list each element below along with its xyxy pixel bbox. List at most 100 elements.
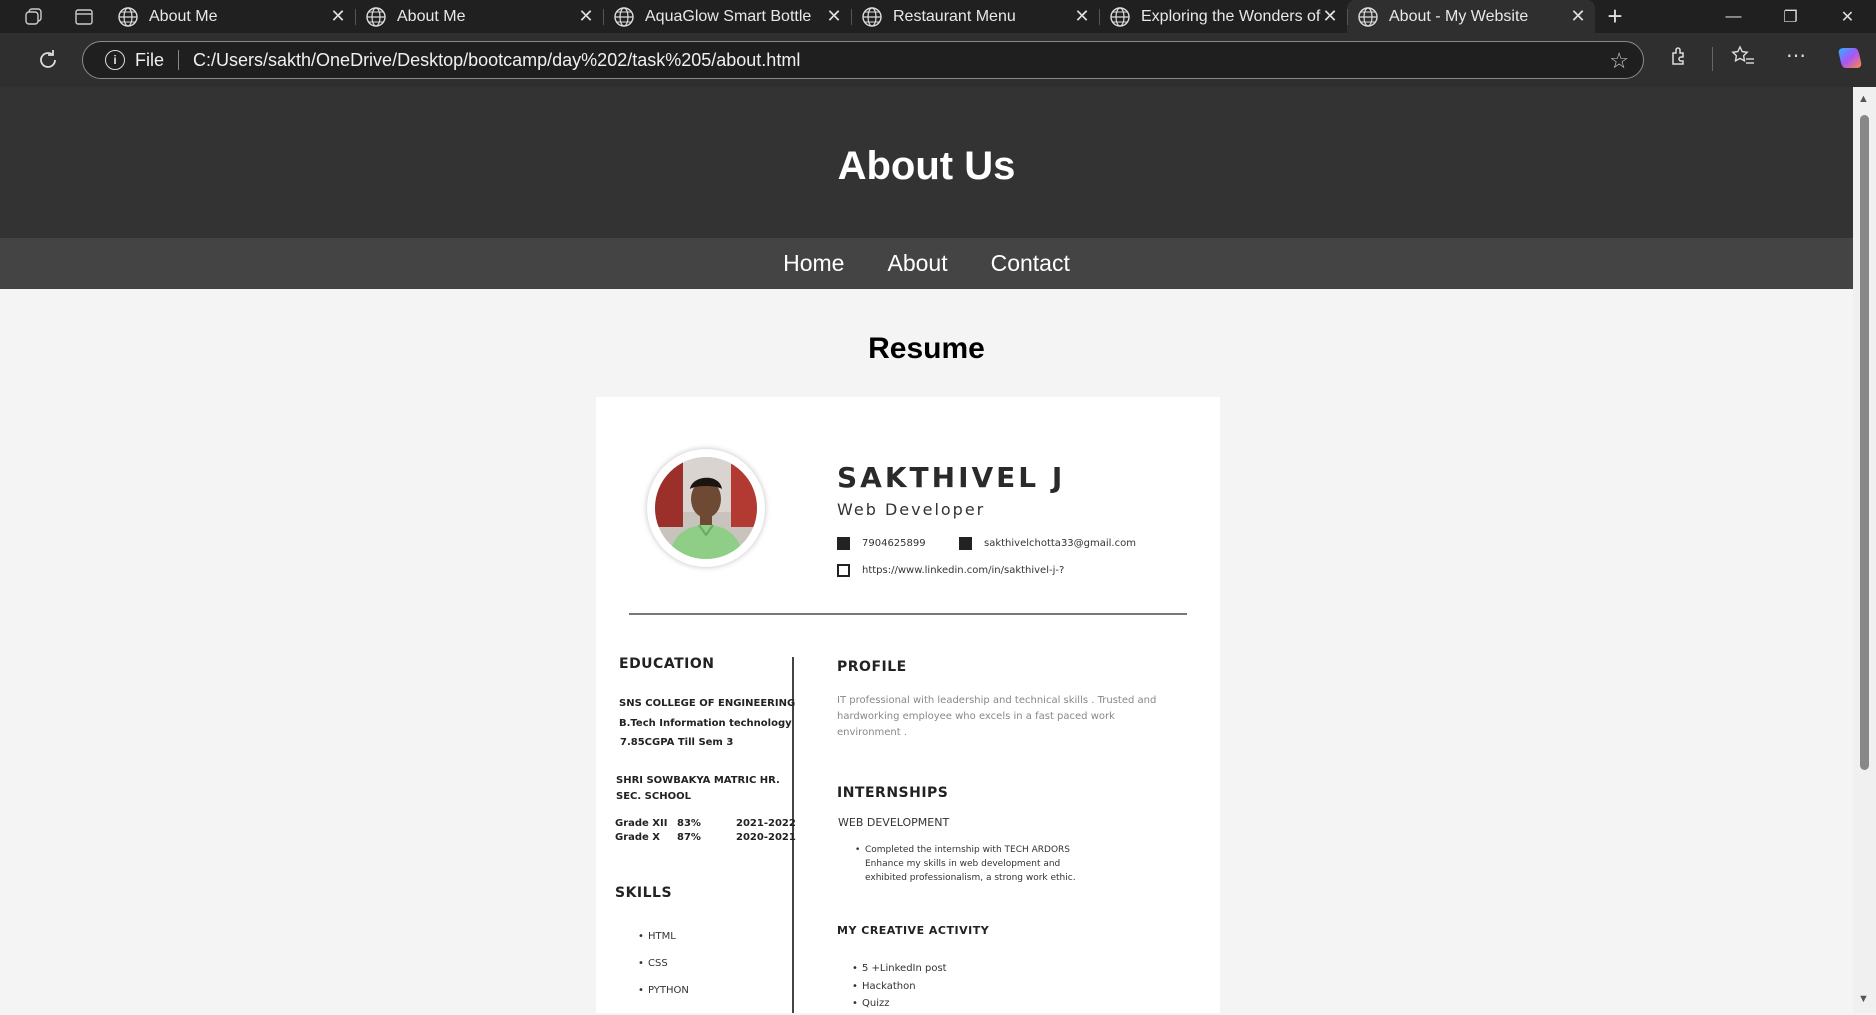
scroll-down-icon[interactable]: ▼ — [1858, 993, 1869, 1005]
new-tab-button[interactable]: + — [1595, 0, 1635, 33]
list-item: JAVA — [638, 1004, 689, 1013]
grade-label: Grade X — [615, 832, 661, 843]
internship-list: Completed the internship with TECH ARDOR… — [855, 843, 1105, 885]
nav-home-link[interactable]: Home — [783, 250, 844, 277]
skills-title: SKILLS — [615, 885, 673, 901]
grades-table: Grade XII 83% 2021-2022 Grade X 87% 2020… — [615, 818, 796, 846]
grade-years: 2020-2021 — [736, 832, 796, 843]
globe-icon — [1110, 6, 1130, 27]
browser-tab[interactable]: About Me ✕ — [355, 0, 603, 33]
internships-title: INTERNSHIPS — [837, 785, 949, 801]
email-text: sakthivelchotta33@gmail.com — [984, 538, 1136, 549]
nav-contact-link[interactable]: Contact — [991, 250, 1070, 277]
close-tab-icon[interactable]: ✕ — [1569, 6, 1587, 26]
nav-about-link[interactable]: About — [887, 250, 947, 277]
grade-years: 2021-2022 — [736, 818, 796, 829]
internship-subtitle: WEB DEVELOPMENT — [838, 816, 950, 829]
info-icon[interactable]: i — [105, 50, 125, 70]
linkedin-contact: https://www.linkedin.com/in/sakthivel-j-… — [837, 564, 1064, 577]
resume-heading: Resume — [868, 332, 985, 365]
scroll-up-icon[interactable]: ▲ — [1858, 93, 1869, 105]
degree: B.Tech Information technology — [619, 718, 792, 729]
school-line-2: SEC. SCHOOL — [616, 791, 691, 802]
restore-button[interactable]: ❐ — [1762, 0, 1819, 33]
workspaces-icon[interactable] — [17, 0, 51, 33]
grade-percent: 87% — [677, 832, 701, 843]
globe-icon — [862, 6, 882, 27]
tab-actions-icon[interactable] — [67, 0, 101, 33]
favorite-star-icon[interactable]: ☆ — [1609, 48, 1629, 74]
grade-row: Grade X 87% 2020-2021 — [615, 832, 796, 846]
list-item: CSS — [638, 950, 689, 977]
phone-text: 7904625899 — [862, 538, 926, 549]
web-page: About Us Home About Contact Resume SAKTH… — [0, 87, 1853, 1013]
browser-tab[interactable]: About Me ✕ — [107, 0, 355, 33]
grade-row: Grade XII 83% 2021-2022 — [615, 818, 796, 832]
scrollbar-thumb[interactable] — [1860, 115, 1869, 770]
close-tab-icon[interactable]: ✕ — [1321, 6, 1339, 26]
education-title: EDUCATION — [619, 656, 715, 672]
extensions-icon[interactable] — [1668, 45, 1690, 67]
site-nav: Home About Contact — [0, 238, 1853, 289]
close-tab-icon[interactable]: ✕ — [825, 6, 843, 26]
divider-horizontal — [629, 613, 1187, 615]
toolbar: i File C:/Users/sakth/OneDrive/Desktop/b… — [0, 33, 1876, 87]
creative-title: MY CREATIVE ACTIVITY — [837, 924, 990, 937]
linkedin-text: https://www.linkedin.com/in/sakthivel-j-… — [862, 565, 1065, 576]
tab-title: About Me — [397, 7, 466, 25]
browser-tab[interactable]: About - My Website ✕ — [1347, 0, 1595, 33]
college-name: SNS COLLEGE OF ENGINEERING — [619, 698, 796, 709]
skills-list: HTML CSS PYTHON JAVA — [638, 923, 689, 1013]
site-header: About Us — [0, 87, 1853, 238]
profile-text: IT professional with leadership and tech… — [837, 695, 1157, 738]
link-icon — [837, 564, 850, 577]
browser-tab[interactable]: AquaGlow Smart Bottle ✕ — [603, 0, 851, 33]
tab-title: About Me — [149, 7, 218, 25]
toolbar-divider — [1712, 47, 1713, 71]
school-line-1: SHRI SOWBAKYA MATRIC HR. — [616, 775, 780, 786]
close-tab-icon[interactable]: ✕ — [1073, 6, 1091, 26]
avatar — [647, 449, 765, 567]
favorites-icon[interactable] — [1731, 45, 1755, 67]
close-window-button[interactable]: ✕ — [1819, 0, 1876, 33]
scheme-label: File — [135, 49, 165, 70]
list-item: Quizz — [852, 995, 947, 1013]
phone-contact: 7904625899 — [837, 537, 926, 550]
page-title: About Us — [837, 144, 1016, 188]
copilot-icon[interactable] — [1836, 44, 1864, 72]
tab-title: AquaGlow Smart Bottle — [645, 7, 812, 25]
resume-role: Web Developer — [837, 500, 986, 519]
resume-name: SAKTHIVEL J — [837, 461, 1066, 494]
tab-title: About - My Website — [1389, 7, 1529, 25]
browser-tab[interactable]: Exploring the Wonders of ✕ — [1099, 0, 1347, 33]
page-scrollbar[interactable]: ▲ ▼ — [1853, 87, 1876, 1013]
list-item: Hackathon — [852, 978, 947, 996]
list-item: PYTHON — [638, 977, 689, 1004]
refresh-button[interactable] — [33, 45, 63, 75]
divider — [178, 50, 180, 70]
creative-list: 5 +LinkedIn post Hackathon Quizz — [852, 960, 947, 1013]
minimize-button[interactable]: — — [1705, 0, 1762, 33]
grade-percent: 83% — [677, 818, 701, 829]
tab-title: Exploring the Wonders of — [1141, 7, 1321, 25]
close-tab-icon[interactable]: ✕ — [577, 6, 595, 26]
globe-icon — [1358, 6, 1378, 27]
email-contact: sakthivelchotta33@gmail.com — [959, 537, 1136, 550]
profile-photo — [655, 457, 757, 559]
phone-icon — [837, 537, 850, 550]
tab-strip: About Me ✕ About Me ✕ AquaGlow Smart Bottle ✕… — [0, 0, 1876, 33]
list-item: 5 +LinkedIn post — [852, 960, 947, 978]
grade-label: Grade XII — [615, 818, 668, 829]
globe-icon — [614, 6, 634, 27]
address-bar[interactable]: i File C:/Users/sakth/OneDrive/Desktop/b… — [82, 41, 1644, 79]
globe-icon — [366, 6, 386, 27]
close-tab-icon[interactable]: ✕ — [329, 6, 347, 26]
more-options-icon[interactable]: ⋯ — [1786, 43, 1806, 68]
resume-image: SAKTHIVEL J Web Developer 7904625899 sak… — [596, 397, 1220, 1013]
list-item: Completed the internship with TECH ARDOR… — [855, 843, 1105, 885]
browser-tab[interactable]: Restaurant Menu ✕ — [851, 0, 1099, 33]
mail-icon — [959, 537, 972, 550]
url-text[interactable]: C:/Users/sakth/OneDrive/Desktop/bootcamp… — [193, 50, 800, 71]
cgpa: 7.85CGPA Till Sem 3 — [620, 737, 734, 748]
tab-title: Restaurant Menu — [893, 7, 1016, 25]
